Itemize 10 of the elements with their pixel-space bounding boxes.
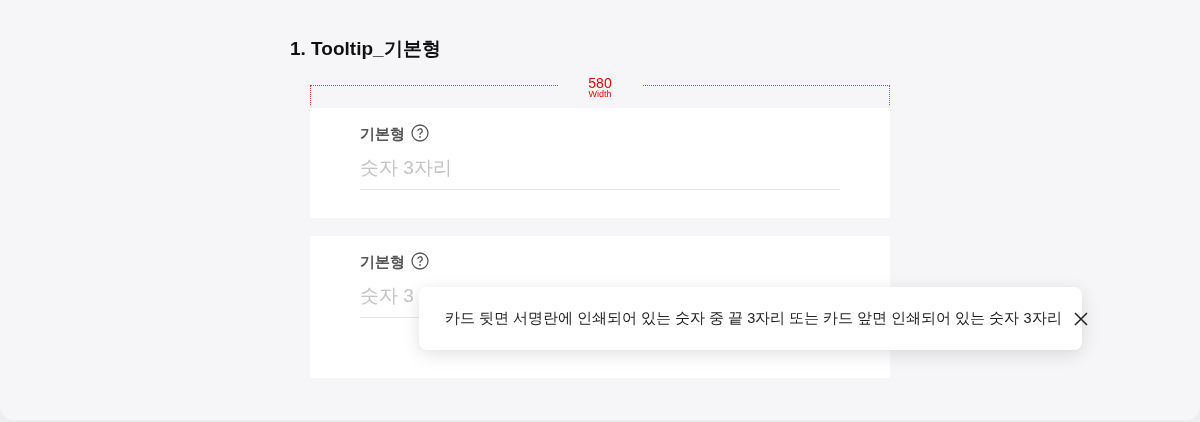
field-label: 기본형 — [360, 253, 405, 270]
close-icon — [1071, 309, 1090, 328]
section-title: 1. Tooltip_기본형 — [290, 37, 442, 61]
tooltip-text: 카드 뒷면 서명란에 인쇄되어 있는 숫자 중 끝 3자리 또는 카드 앞면 인쇄되어 있는 숫자 3자리 — [445, 308, 1062, 328]
help-icon[interactable] — [411, 252, 429, 270]
dimension-label: Width — [587, 90, 613, 99]
help-icon[interactable] — [411, 124, 429, 142]
dimension-value: 580 — [587, 76, 613, 90]
field-label: 기본형 — [360, 125, 405, 142]
close-button[interactable] — [1071, 309, 1090, 328]
